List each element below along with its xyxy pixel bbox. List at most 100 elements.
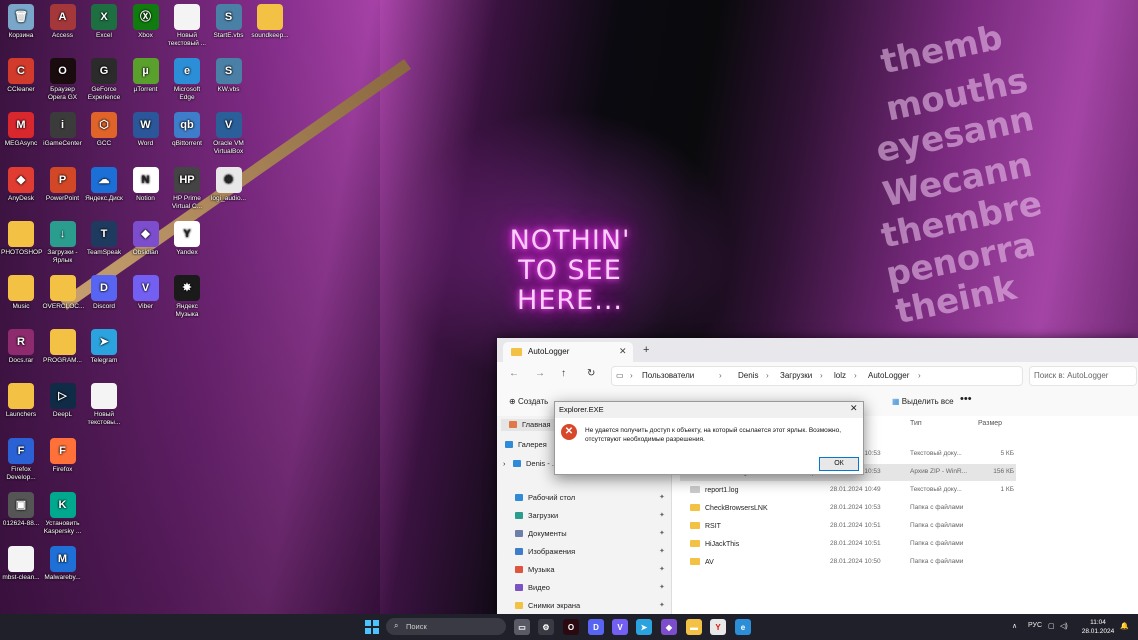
volume-icon[interactable]: ◁) (1060, 622, 1068, 630)
sidebar-item[interactable]: Снимки экрана (515, 601, 580, 610)
desktop-icon[interactable]: F Firefox (43, 437, 83, 474)
more-options-icon[interactable]: ••• (960, 393, 972, 405)
desktop-icon[interactable]: K Установить Kaspersky ... (43, 491, 83, 536)
desktop-icon[interactable]: mbst-clean... (1, 546, 41, 582)
desktop-icon[interactable]: Новый текстовый ... (167, 4, 207, 48)
file-explorer-window[interactable]: AutoLogger ✕ + ← → ↑ ↻ ▭ › Пользователи … (497, 338, 1138, 614)
yandex-browser-icon[interactable]: Y (710, 619, 726, 635)
explorer-search-box[interactable]: Поиск в: AutoLogger (1029, 366, 1137, 386)
sidebar-item[interactable]: Загрузки (515, 511, 558, 520)
desktop-icon[interactable]: 🗑 Корзина (1, 4, 41, 40)
opera-gx-icon[interactable]: O (563, 619, 579, 635)
sidebar-item[interactable]: Галерея (505, 440, 547, 449)
ok-button[interactable]: ОК (819, 457, 859, 471)
language-indicator[interactable]: РУС (1028, 622, 1042, 629)
desktop-icon[interactable]: P PowerPoint (43, 166, 83, 203)
pin-icon[interactable]: ✦ (659, 511, 665, 519)
desktop-icon[interactable]: ☁ Яндекс.Диск (84, 166, 124, 203)
desktop-icon[interactable]: soundkeep... (250, 4, 290, 40)
discord-icon[interactable]: D (588, 619, 604, 635)
breadcrumb-item[interactable]: Пользователи (642, 371, 694, 380)
desktop-icon[interactable]: OVERCLOC... (43, 275, 84, 311)
taskbar-clock[interactable]: 11:04 28.01.2024 (1081, 618, 1115, 636)
expand-chevron-icon[interactable]: › (503, 459, 506, 468)
sidebar-item[interactable]: Музыка (515, 565, 555, 574)
desktop-icon[interactable]: V Oracle VM VirtualBox (209, 112, 249, 156)
desktop-icon[interactable]: A Access (43, 4, 83, 40)
file-row[interactable]: AV 28.01.2024 10:50 Папка с файлами (680, 554, 1016, 571)
column-header-size[interactable]: Размер (978, 420, 1002, 427)
network-icon[interactable]: ▢ (1048, 622, 1055, 630)
desktop-icon[interactable]: O Браузер Opera GX (43, 58, 83, 102)
file-row[interactable]: CheckBrowsersLNK 28.01.2024 10:53 Папка с … (680, 500, 1016, 517)
sidebar-item[interactable]: Видео (515, 583, 550, 592)
new-tab-button[interactable]: + (643, 344, 649, 356)
desktop-icon[interactable]: ⚙ logi_audio... (209, 166, 249, 203)
desktop-icon[interactable]: Music (1, 275, 41, 311)
sidebar-item[interactable]: Рабочий стол (515, 493, 575, 502)
desktop-icon[interactable]: W Word (126, 112, 166, 148)
pin-icon[interactable]: ✦ (659, 601, 665, 609)
file-row[interactable]: report1.log 28.01.2024 10:49 Текстовый док… (680, 482, 1016, 499)
pin-icon[interactable]: ✦ (659, 547, 665, 555)
desktop-icon[interactable]: PHOTOSHOP (1, 220, 42, 257)
desktop-icon[interactable]: V Viber (126, 275, 166, 311)
forward-arrow-icon[interactable]: → (535, 368, 545, 379)
desktop-icon[interactable]: PROGRAM... (43, 329, 83, 365)
desktop-icon[interactable]: µ µTorrent (126, 58, 166, 94)
desktop-icon[interactable]: S StartE.vbs (209, 4, 249, 40)
viber-icon[interactable]: V (612, 619, 628, 635)
breadcrumb-item[interactable]: AutoLogger (868, 371, 909, 380)
desktop-icon[interactable]: Y Yandex (167, 220, 207, 257)
file-explorer-icon[interactable]: ▬ (686, 619, 702, 635)
dialog-close-icon[interactable]: ✕ (850, 403, 858, 414)
desktop-icon[interactable]: F Firefox Develop... (1, 437, 41, 482)
taskbar-search[interactable]: ⌕ Поиск (386, 618, 506, 635)
breadcrumb-item[interactable]: Загрузки (780, 371, 812, 380)
task-view-icon[interactable]: ▭ (514, 619, 530, 635)
desktop-icon[interactable]: ◆ Obsidian (126, 220, 166, 257)
obsidian-icon[interactable]: ◆ (661, 619, 677, 635)
desktop-icon[interactable]: R Docs.rar (1, 329, 41, 365)
select-all-button[interactable]: ▦ Выделить все (892, 397, 954, 406)
desktop-icon[interactable]: ➤ Telegram (84, 329, 124, 365)
desktop-icon[interactable]: ↓ Загрузки - Ярлык (43, 220, 83, 265)
explorer-tab[interactable]: AutoLogger ✕ (503, 342, 633, 362)
breadcrumb[interactable]: ▭ › Пользователи › Denis › Загрузки › lo… (611, 366, 1023, 386)
pin-icon[interactable]: ✦ (659, 583, 665, 591)
desktop-icon[interactable]: i iGameCenter (43, 112, 83, 148)
desktop-icon[interactable]: S KW.vbs (209, 58, 249, 94)
desktop-icon[interactable]: G GeForce Experience (84, 58, 124, 102)
file-row[interactable]: RSIT 28.01.2024 10:51 Папка с файлами (680, 518, 1016, 535)
settings-icon[interactable]: ⚙ (538, 619, 554, 635)
column-header-type[interactable]: Тип (910, 420, 922, 427)
desktop-icon[interactable]: Launchers (1, 383, 41, 419)
desktop-icon[interactable]: M MEGAsync (1, 112, 41, 148)
back-arrow-icon[interactable]: ← (509, 368, 519, 379)
desktop-icon[interactable]: X Excel (84, 4, 124, 40)
desktop-icon[interactable]: HP HP Prime Virtual C... (167, 166, 207, 211)
pin-icon[interactable]: ✦ (659, 565, 665, 573)
start-button[interactable] (365, 620, 379, 634)
refresh-icon[interactable]: ↻ (587, 368, 595, 379)
sidebar-item[interactable]: Изображения (515, 547, 575, 556)
desktop-icon[interactable]: C CCleaner (1, 58, 41, 94)
telegram-icon[interactable]: ➤ (636, 619, 652, 635)
file-row[interactable]: HiJackThis 28.01.2024 10:51 Папка с файлам… (680, 536, 1016, 553)
desktop-icon[interactable]: ▷ DeepL (43, 383, 83, 419)
pin-icon[interactable]: ✦ (659, 529, 665, 537)
desktop-icon[interactable]: D Discord (84, 275, 124, 311)
sidebar-item[interactable]: Denis - ... (513, 459, 558, 468)
edge-icon[interactable]: e (735, 619, 751, 635)
up-arrow-icon[interactable]: ↑ (561, 368, 566, 379)
notification-bell-icon[interactable]: 🔔 (1120, 622, 1129, 630)
desktop-icon[interactable]: ◆ AnyDesk (1, 166, 41, 203)
desktop-icon[interactable]: Ⓧ Xbox (126, 4, 166, 40)
close-tab-icon[interactable]: ✕ (619, 346, 627, 357)
create-button[interactable]: ⊕ Создать (509, 397, 548, 406)
tray-chevron-icon[interactable]: ∧ (1012, 622, 1017, 630)
desktop-icon[interactable]: ⬡ GCC (84, 112, 124, 148)
desktop-icon[interactable]: ✸ Яндекс Музыка (167, 275, 207, 319)
desktop-icon[interactable]: Новый текстовы... (84, 383, 124, 427)
sidebar-item[interactable]: Документы (515, 529, 567, 538)
